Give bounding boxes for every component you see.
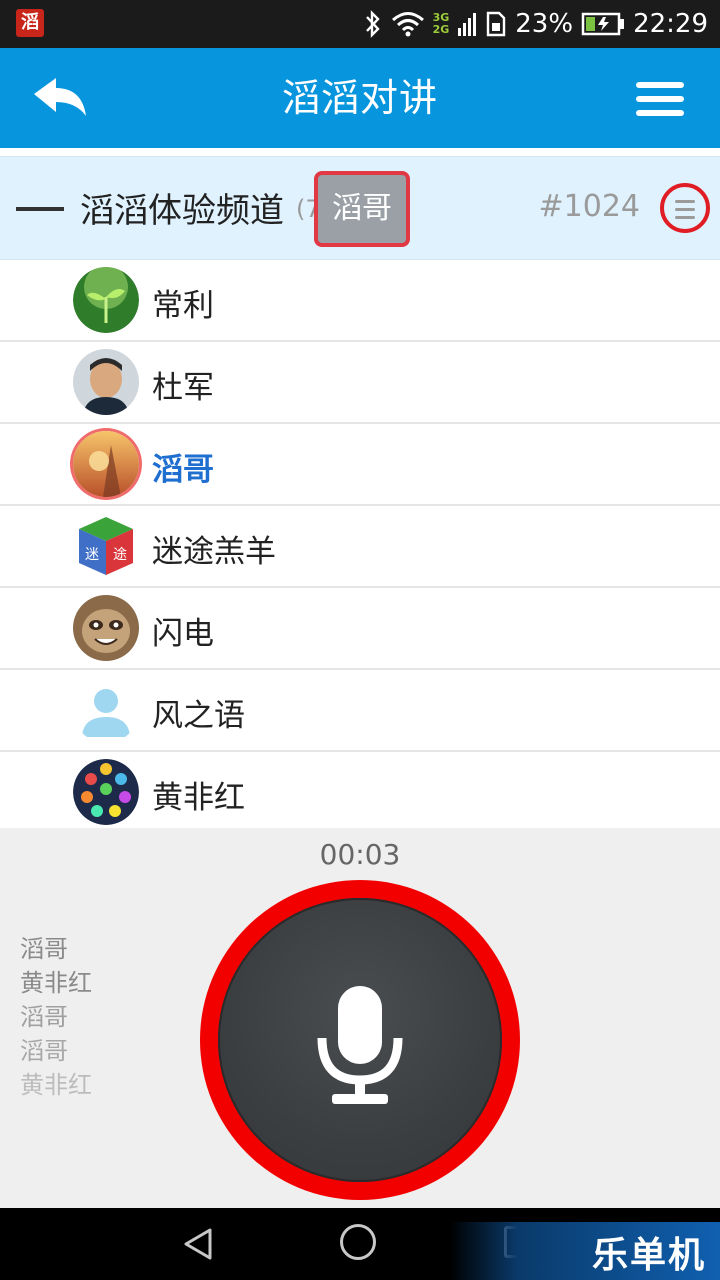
svg-text:迷: 迷 bbox=[85, 547, 99, 563]
member-row[interactable]: 常利 bbox=[0, 260, 720, 342]
history-item: 滔哥 bbox=[20, 1037, 68, 1065]
channel-id: #1024 bbox=[538, 189, 640, 224]
member-name: 滔哥 bbox=[152, 452, 214, 488]
network-2g-label: 2G bbox=[432, 23, 450, 36]
app-root: 滔 3G 2G 23% 22:29 滔滔对讲 滔滔体验频道 (7) 滔哥 #10… bbox=[0, 0, 720, 1280]
current-speaker-chip: 滔哥 bbox=[314, 171, 410, 247]
history-item: 滔哥 bbox=[20, 935, 68, 963]
bluetooth-icon bbox=[365, 10, 380, 38]
member-name: 闪电 bbox=[152, 616, 214, 652]
channel-menu-button[interactable] bbox=[660, 183, 710, 233]
talk-panel: 00:03 滔哥 黄非红 滔哥 滔哥 黄非红 bbox=[0, 828, 720, 1208]
system-nav-bar: 乐单机 bbox=[0, 1208, 720, 1280]
member-row-active[interactable]: 滔哥 bbox=[0, 424, 720, 506]
sprout-avatar bbox=[73, 267, 139, 333]
watermark-text: 乐单机 bbox=[591, 1235, 706, 1276]
hamburger-menu-icon bbox=[636, 82, 684, 88]
member-name: 迷途羔羊 bbox=[152, 534, 276, 570]
nav-back-icon[interactable] bbox=[180, 1226, 216, 1262]
talk-timer: 00:03 bbox=[319, 838, 401, 871]
main-menu-button[interactable] bbox=[636, 82, 684, 116]
app-notification-icon: 滔 bbox=[16, 9, 44, 37]
network-type: 3G 2G bbox=[433, 12, 450, 36]
member-row[interactable]: 黄非红 bbox=[0, 752, 720, 834]
page-title: 滔滔对讲 bbox=[281, 76, 438, 120]
history-item: 滔哥 bbox=[20, 1003, 68, 1031]
member-row[interactable]: 风之语 bbox=[0, 670, 720, 752]
hamburger-line bbox=[636, 110, 684, 116]
hamburger-line bbox=[636, 96, 684, 102]
battery-icon bbox=[581, 12, 625, 36]
member-row[interactable]: 迷 途 迷途羔羊 bbox=[0, 506, 720, 588]
signal-icon bbox=[458, 13, 477, 36]
member-name: 风之语 bbox=[152, 698, 245, 734]
battery-percent: 23% bbox=[515, 9, 574, 39]
dots-avatar bbox=[73, 759, 139, 825]
member-row[interactable]: 杜军 bbox=[0, 342, 720, 424]
nav-home-icon[interactable] bbox=[340, 1224, 376, 1260]
push-to-talk-inner bbox=[218, 898, 502, 1182]
member-name: 杜军 bbox=[152, 370, 214, 406]
channel-menu-line bbox=[675, 216, 695, 219]
sunset-avatar bbox=[73, 431, 139, 497]
sloth-avatar bbox=[73, 595, 139, 661]
history-item: 黄非红 bbox=[20, 1071, 92, 1099]
member-name: 黄非红 bbox=[152, 780, 245, 816]
push-to-talk-button[interactable] bbox=[200, 880, 520, 1200]
member-list: 常利 杜军 滔哥 迷 途 迷途羔羊 闪电 风之语 黄非红 bbox=[0, 260, 720, 834]
channel-menu-line bbox=[675, 208, 695, 211]
collapse-icon[interactable] bbox=[16, 207, 64, 211]
member-name: 常利 bbox=[152, 288, 214, 324]
channel-name: 滔滔体验频道 bbox=[80, 191, 284, 231]
speaker-history: 滔哥 黄非红 滔哥 滔哥 黄非红 bbox=[20, 932, 92, 1102]
member-row[interactable]: 闪电 bbox=[0, 588, 720, 670]
photo-avatar bbox=[73, 349, 139, 415]
sim-icon bbox=[487, 11, 506, 37]
history-item: 黄非红 bbox=[20, 969, 92, 997]
wifi-icon bbox=[391, 12, 424, 37]
microphone-icon bbox=[317, 986, 403, 1104]
default-user-avatar bbox=[73, 677, 139, 743]
channel-header[interactable]: 滔滔体验频道 (7) 滔哥 #1024 bbox=[0, 156, 720, 260]
channel-menu-icon bbox=[675, 200, 695, 203]
svg-text:途: 途 bbox=[113, 546, 127, 563]
status-bar: 滔 3G 2G 23% 22:29 bbox=[0, 0, 720, 48]
watermark-logo: 乐单机 bbox=[450, 1222, 720, 1280]
clock: 22:29 bbox=[633, 9, 708, 39]
status-bar-right: 3G 2G 23% 22:29 bbox=[363, 0, 708, 48]
cube-avatar: 迷 途 bbox=[73, 513, 139, 579]
app-header: 滔滔对讲 bbox=[0, 48, 720, 148]
